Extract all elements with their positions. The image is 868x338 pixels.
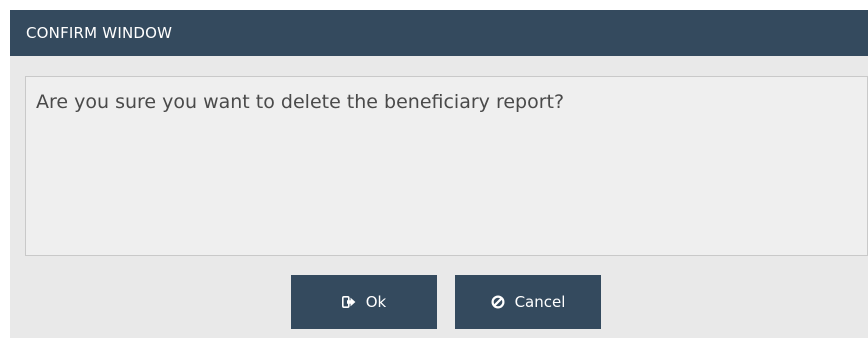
- cancel-button[interactable]: Cancel: [455, 275, 601, 329]
- button-row: Ok Cancel: [10, 275, 868, 329]
- ban-icon: [491, 295, 505, 309]
- message-box: Are you sure you want to delete the bene…: [25, 76, 868, 256]
- confirm-dialog: CONFIRM WINDOW Are you sure you want to …: [10, 10, 868, 338]
- dialog-title: CONFIRM WINDOW: [26, 24, 173, 42]
- ok-label: Ok: [365, 293, 387, 311]
- ok-button[interactable]: Ok: [291, 275, 437, 329]
- confirm-message: Are you sure you want to delete the bene…: [36, 91, 565, 113]
- cancel-label: Cancel: [514, 293, 566, 311]
- dialog-titlebar: CONFIRM WINDOW: [10, 10, 868, 56]
- sign-out-icon: [341, 296, 356, 308]
